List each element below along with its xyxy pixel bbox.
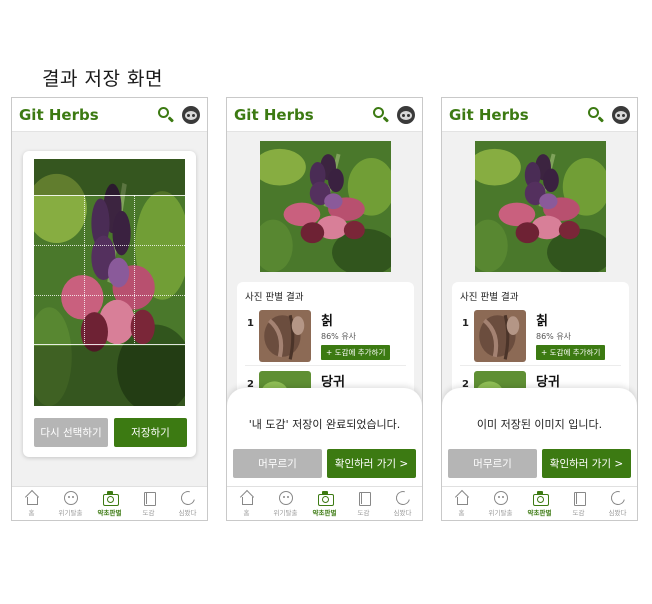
tab-found[interactable]: 심봤다 <box>383 487 422 520</box>
app-bar: Git Herbs <box>227 98 422 132</box>
tab-identify[interactable]: 약초판별 <box>305 487 344 520</box>
crop-grid-line <box>134 195 135 345</box>
search-icon[interactable] <box>587 106 605 124</box>
tab-escape[interactable]: 위기탈출 <box>481 487 520 520</box>
crop-photo[interactable] <box>34 159 185 406</box>
face-icon <box>278 490 293 505</box>
phone-screen-duplicate: Git Herbs 사진 판별 결과 1 칡 86% 유사 + 도감에 추가하기… <box>441 97 638 521</box>
crop-frame[interactable] <box>34 195 185 345</box>
app-bar: Git Herbs <box>442 98 637 132</box>
avatar[interactable] <box>397 105 415 124</box>
tab-encyclopedia[interactable]: 도감 <box>344 487 383 520</box>
add-to-encyclopedia-button[interactable]: + 도감에 추가하기 <box>321 345 391 360</box>
tab-found[interactable]: 심봤다 <box>598 487 637 520</box>
save-button[interactable]: 저장하기 <box>114 418 187 447</box>
identified-photo <box>260 141 391 272</box>
tab-escape[interactable]: 위기탈출 <box>51 487 90 520</box>
search-icon[interactable] <box>372 106 390 124</box>
tab-identify[interactable]: 약초판별 <box>90 487 129 520</box>
sheet-message: 이미 저장된 이미지 입니다. <box>476 418 603 431</box>
sheet-message: '내 도감' 저장이 완료되었습니다. <box>248 418 401 431</box>
tab-home[interactable]: 홈 <box>12 487 51 520</box>
stay-button[interactable]: 머무르기 <box>233 449 322 478</box>
app-bar: Git Herbs <box>12 98 207 132</box>
pacman-icon <box>607 487 628 508</box>
avatar[interactable] <box>612 105 630 124</box>
camera-icon <box>532 491 549 506</box>
book-icon <box>357 491 371 506</box>
face-icon <box>63 490 78 505</box>
bottom-tab-bar: 홈 위기탈출 약초판별 도감 심봤다 <box>227 486 422 520</box>
home-icon <box>25 491 39 505</box>
identified-photo <box>475 141 606 272</box>
book-icon <box>142 491 156 506</box>
crop-grid-line <box>34 295 185 296</box>
divider <box>460 365 621 366</box>
crop-grid-line <box>34 245 185 246</box>
crop-shade-top <box>34 159 185 195</box>
home-icon <box>455 491 469 505</box>
add-to-encyclopedia-button[interactable]: + 도감에 추가하기 <box>536 345 606 360</box>
pacman-icon <box>392 487 413 508</box>
divider <box>245 365 406 366</box>
result-item[interactable]: 1 칡 86% 유사 + 도감에 추가하기 <box>460 308 621 364</box>
crop-shade-bottom <box>34 346 185 406</box>
result-similarity: 86% 유사 <box>321 332 357 341</box>
camera-icon <box>317 491 334 506</box>
home-icon <box>240 491 254 505</box>
reselect-button[interactable]: 다시 선택하기 <box>34 418 108 447</box>
stay-button[interactable]: 머무르기 <box>448 449 537 478</box>
tab-found[interactable]: 심봤다 <box>168 487 207 520</box>
result-thumbnail <box>474 310 526 362</box>
tab-encyclopedia[interactable]: 도감 <box>559 487 598 520</box>
go-check-button[interactable]: 확인하러 가기 > <box>327 449 416 478</box>
crop-grid-line <box>84 195 85 345</box>
camera-icon <box>102 491 119 506</box>
tab-home[interactable]: 홈 <box>227 487 266 520</box>
results-title: 사진 판별 결과 <box>245 292 304 303</box>
avatar[interactable] <box>182 105 200 124</box>
go-check-button[interactable]: 확인하러 가기 > <box>542 449 631 478</box>
results-title: 사진 판별 결과 <box>460 292 519 303</box>
result-rank: 1 <box>247 318 254 329</box>
face-icon <box>493 490 508 505</box>
tab-home[interactable]: 홈 <box>442 487 481 520</box>
result-item[interactable]: 1 칡 86% 유사 + 도감에 추가하기 <box>245 308 406 364</box>
search-icon[interactable] <box>157 106 175 124</box>
book-icon <box>572 491 586 506</box>
pacman-icon <box>177 487 198 508</box>
result-name: 칡 <box>321 314 333 329</box>
tab-encyclopedia[interactable]: 도감 <box>129 487 168 520</box>
result-similarity: 86% 유사 <box>536 332 572 341</box>
brand-title: Git Herbs <box>19 105 99 124</box>
brand-title: Git Herbs <box>234 105 314 124</box>
result-name: 칡 <box>536 314 548 329</box>
tab-identify[interactable]: 약초판별 <box>520 487 559 520</box>
crop-card: 다시 선택하기 저장하기 <box>23 151 196 457</box>
bottom-tab-bar: 홈 위기탈출 약초판별 도감 심봤다 <box>12 486 207 520</box>
result-rank: 1 <box>462 318 469 329</box>
result-thumbnail <box>259 310 311 362</box>
phone-screen-saved: Git Herbs 사진 판별 결과 1 칡 86% 유사 + 도감에 추가하기… <box>226 97 423 521</box>
bottom-tab-bar: 홈 위기탈출 약초판별 도감 심봤다 <box>442 486 637 520</box>
brand-title: Git Herbs <box>449 105 529 124</box>
screen-heading: 결과 저장 화면 <box>42 68 163 90</box>
phone-screen-crop: Git Herbs 다시 선택하기 저장하기 홈 위기탈출 약초판별 도감 심봤… <box>11 97 208 521</box>
tab-escape[interactable]: 위기탈출 <box>266 487 305 520</box>
